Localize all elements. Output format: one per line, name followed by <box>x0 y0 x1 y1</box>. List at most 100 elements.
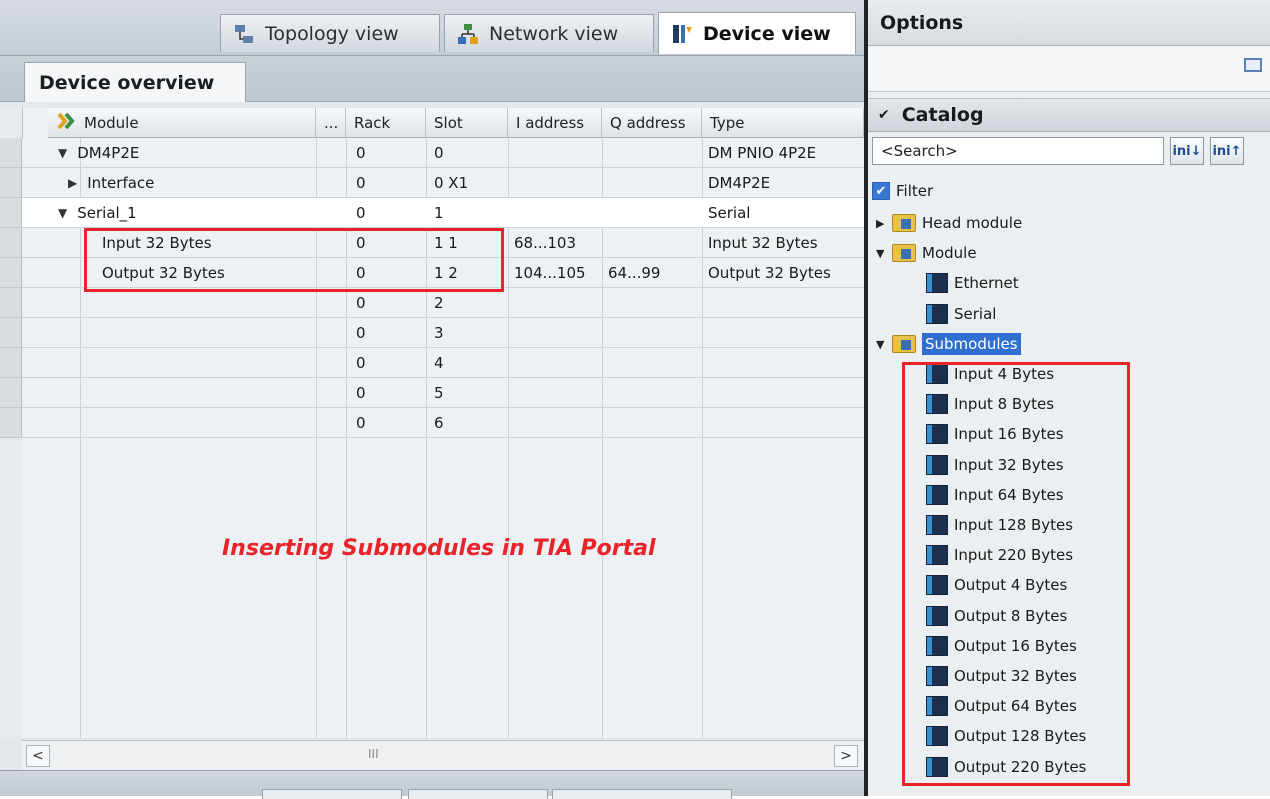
col-q-address[interactable]: Q address <box>602 108 702 138</box>
cell-slot: 0 <box>434 138 444 168</box>
cell-text: 0 <box>356 324 366 342</box>
tab-network-label: Network view <box>489 22 619 45</box>
tab-device-overview-label: Device overview <box>39 71 215 94</box>
cell-iaddr: 104...105 <box>514 258 586 288</box>
col-module-label: Module <box>84 113 139 132</box>
tab-topology-view[interactable]: Topology view <box>220 14 440 52</box>
cell-type: Serial <box>708 198 750 228</box>
scroll-left-icon: < <box>32 748 44 764</box>
cell-text: 4 <box>434 354 444 372</box>
tab-network-view[interactable]: Network view <box>444 14 654 52</box>
device-icon <box>671 23 693 45</box>
tree-item[interactable]: ▼ Submodules <box>876 329 1021 359</box>
cell-text: 0 <box>356 354 366 372</box>
row-header[interactable] <box>0 288 22 318</box>
bottom-tab-bar <box>0 770 864 799</box>
col-type-label: Type <box>710 113 745 132</box>
subtab-bar: Device overview <box>0 56 864 102</box>
collapse-icon[interactable]: ▼ <box>876 338 888 351</box>
cell-rack: 0 <box>356 288 366 318</box>
cell-text: Output 32 Bytes <box>708 264 831 282</box>
tree-item-label: Head module <box>922 214 1023 232</box>
col-i-address[interactable]: I address <box>508 108 602 138</box>
catalog-search-input[interactable]: <Search> <box>872 137 1164 165</box>
cell-text: 1 <box>434 204 444 222</box>
row-header[interactable] <box>0 318 22 348</box>
collapse-icon[interactable]: ▼ <box>876 247 888 260</box>
collapse-icon[interactable]: ▼ <box>58 146 67 160</box>
view-tab-bar: Topology view Network view Device view <box>0 0 864 56</box>
collapse-icon[interactable]: ▼ <box>58 206 67 220</box>
col-slot-label: Slot <box>434 113 463 132</box>
cell-rack: 0 <box>356 378 366 408</box>
scroll-thumb[interactable]: III <box>368 747 379 761</box>
col-rack-label: Rack <box>354 113 391 132</box>
tree-item[interactable]: ▶ Head module <box>876 208 1022 238</box>
search-down-icon[interactable]: ini↓ <box>1170 137 1204 165</box>
col-module[interactable]: Module <box>48 108 316 138</box>
expand-icon[interactable]: ▶ <box>876 217 888 230</box>
bottom-tab-2[interactable] <box>408 789 548 799</box>
scroll-right-button[interactable]: > <box>834 745 858 767</box>
options-title: Options <box>868 0 1270 46</box>
cell-text: 0 <box>356 294 366 312</box>
tab-device-overview[interactable]: Device overview <box>24 62 246 102</box>
cell-text: 0 <box>356 384 366 402</box>
expand-icon[interactable]: ▶ <box>68 176 77 190</box>
options-toolbar <box>868 46 1270 92</box>
tree-item-label: Ethernet <box>954 274 1019 292</box>
col-i-address-label: I address <box>516 113 585 132</box>
cell-text: 68...103 <box>514 234 577 252</box>
cell-slot: 3 <box>434 318 444 348</box>
filter-checkbox[interactable]: ✔ Filter <box>872 178 933 204</box>
tree-item[interactable]: Ethernet <box>926 268 1019 298</box>
cell-text: Serial <box>708 204 751 222</box>
tree-item[interactable]: ▼ Module <box>876 238 977 268</box>
col-slot[interactable]: Slot <box>426 108 508 138</box>
col-rack[interactable]: Rack <box>346 108 426 138</box>
cell-text: Interface <box>87 174 155 192</box>
row-header[interactable] <box>0 408 22 438</box>
catalog-header[interactable]: ✔ Catalog <box>868 98 1270 132</box>
tab-device-view[interactable]: Device view <box>658 12 856 54</box>
highlight-box-inserted <box>84 228 504 292</box>
options-panel: Options ✔ Catalog <Search> ini↓ ini↑ ✔ F… <box>868 0 1270 796</box>
row-header[interactable] <box>0 168 22 198</box>
bottom-tab-3[interactable] <box>552 789 732 799</box>
scroll-left-button[interactable]: < <box>26 745 50 767</box>
search-up-icon[interactable]: ini↑ <box>1210 137 1244 165</box>
module-icon <box>926 273 948 293</box>
cell-qaddr: 64...99 <box>608 258 660 288</box>
col-type[interactable]: Type <box>702 108 864 138</box>
row-header[interactable] <box>0 228 22 258</box>
row-header[interactable] <box>0 348 22 378</box>
module-icon <box>926 304 948 324</box>
cell-text: 6 <box>434 414 444 432</box>
tree-item[interactable]: Serial <box>926 299 996 329</box>
cell-text: 0 <box>434 144 444 162</box>
cell-module: ▶ Interface <box>68 168 154 198</box>
minimize-panel-icon[interactable] <box>1244 58 1262 72</box>
bottom-tab-1[interactable] <box>262 789 402 799</box>
row-header[interactable] <box>0 138 22 168</box>
cell-slot: 2 <box>434 288 444 318</box>
scroll-right-icon: > <box>840 748 852 764</box>
network-icon <box>457 23 479 45</box>
row-header[interactable] <box>0 198 22 228</box>
cell-slot: 1 <box>434 198 444 228</box>
horizontal-scrollbar[interactable]: < III > <box>22 740 864 770</box>
col-q-address-label: Q address <box>610 113 686 132</box>
scroll-thumb-grip: III <box>368 747 379 761</box>
row-header[interactable] <box>0 378 22 408</box>
highlight-box-submodules <box>902 362 1130 786</box>
cell-rack: 0 <box>356 198 366 228</box>
row-header[interactable] <box>0 258 22 288</box>
filter-label: Filter <box>896 182 934 200</box>
cell-rack: 0 <box>356 348 366 378</box>
cell-module: ▼ DM4P2E <box>58 138 139 168</box>
cell-type: DM4P2E <box>708 168 770 198</box>
catalog-title: Catalog <box>901 104 984 126</box>
cell-text: DM4P2E <box>77 144 140 162</box>
col-more[interactable]: ... <box>316 108 346 138</box>
cell-text: 2 <box>434 294 444 312</box>
